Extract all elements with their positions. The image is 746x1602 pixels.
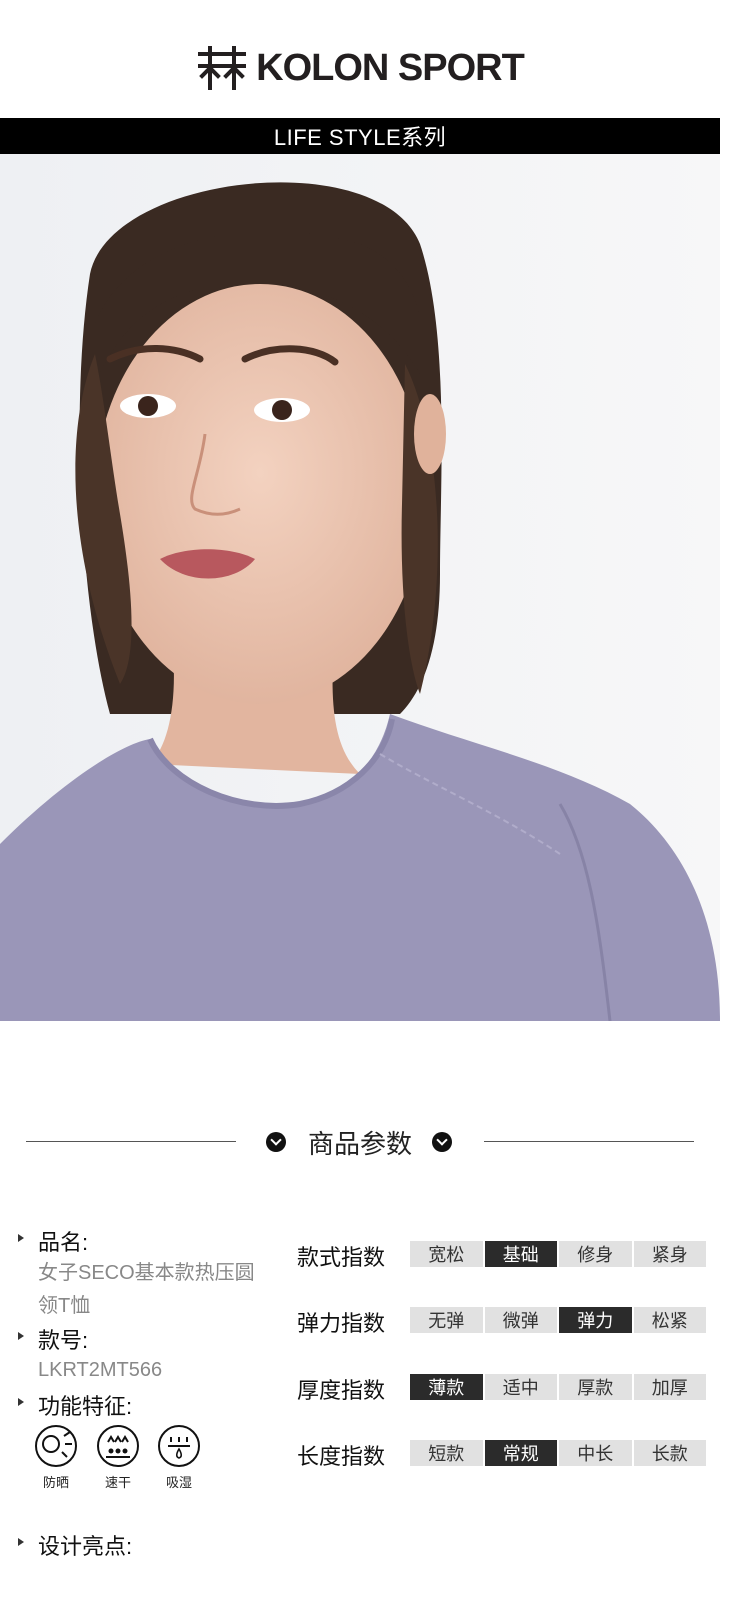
feature-label-moisture: 吸湿 [165, 1475, 192, 1490]
length-option: 长款 [633, 1440, 706, 1466]
bullet-icon [18, 1538, 24, 1546]
name-value-line1: 女子SECO基本款热压圆 [38, 1262, 255, 1284]
bullet-icon [18, 1398, 24, 1406]
thickness-option: 加厚 [633, 1374, 706, 1400]
elasticity-option-selected: 弹力 [559, 1307, 632, 1333]
brand-name: KOLON SPORT [256, 46, 525, 89]
length-option: 短款 [410, 1440, 483, 1466]
chevron-down-icon [432, 1132, 452, 1152]
style-option: 紧身 [633, 1241, 706, 1267]
length-option-selected: 常规 [484, 1440, 557, 1466]
style-option: 宽松 [410, 1241, 483, 1267]
model-value: LKRT2MT566 [38, 1359, 163, 1381]
section-divider-right [484, 1141, 694, 1142]
series-banner: LIFE STYLE系列 [0, 118, 720, 154]
bullet-icon [18, 1234, 24, 1242]
length-index-label: 长度指数 [297, 1444, 386, 1469]
sun-protection-icon [34, 1424, 78, 1468]
highlights-label: 设计亮点: [38, 1534, 133, 1559]
section-header: 商品参数 [0, 1120, 720, 1164]
section-title: 商品参数 [307, 1129, 412, 1159]
kolon-logo-icon [198, 46, 247, 90]
thickness-option-selected: 薄款 [410, 1374, 483, 1400]
brand-header: KOLON SPORT [0, 38, 720, 98]
elasticity-index-label: 弹力指数 [297, 1311, 386, 1336]
bullet-icon [18, 1332, 24, 1340]
name-label: 品名: [38, 1230, 89, 1255]
model-label: 款号: [38, 1328, 89, 1353]
thickness-option: 适中 [484, 1374, 557, 1400]
length-option: 中长 [559, 1440, 632, 1466]
style-index-label: 款式指数 [297, 1245, 386, 1270]
elasticity-option: 无弹 [410, 1307, 483, 1333]
length-index-scale: 短款 常规 中长 长款 [410, 1440, 706, 1466]
elasticity-option: 微弹 [484, 1307, 557, 1333]
thickness-index-scale: 薄款 适中 厚款 加厚 [410, 1374, 706, 1400]
feature-label-sun: 防晒 [42, 1475, 69, 1490]
feature-label: 功能特征: [38, 1394, 133, 1419]
style-option-selected: 基础 [484, 1241, 557, 1267]
style-option: 修身 [559, 1241, 632, 1267]
product-photo [0, 154, 720, 1021]
style-index-scale: 宽松 基础 修身 紧身 [410, 1241, 706, 1267]
elasticity-option: 松紧 [633, 1307, 706, 1333]
quick-dry-icon [96, 1424, 140, 1468]
thickness-option: 厚款 [559, 1374, 632, 1400]
name-value-line2: 领T恤 [38, 1295, 91, 1317]
moisture-wicking-icon [157, 1424, 201, 1468]
elasticity-index-scale: 无弹 微弹 弹力 松紧 [410, 1307, 706, 1333]
feature-label-dry: 速干 [104, 1475, 131, 1490]
thickness-index-label: 厚度指数 [297, 1378, 386, 1403]
series-title: LIFE STYLE系列 [273, 125, 447, 150]
